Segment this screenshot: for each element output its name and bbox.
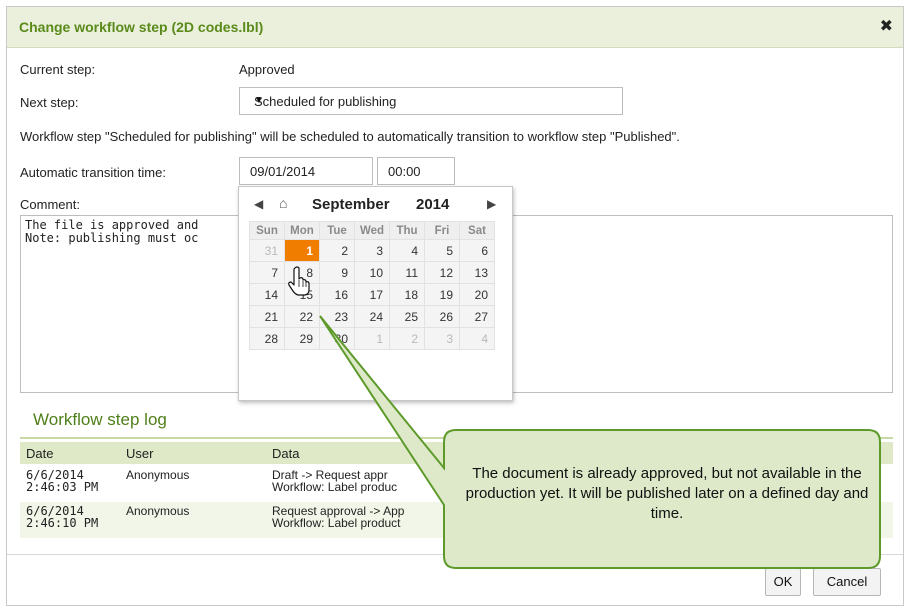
date-picker-nav: ◀ ⌂ September 2014 ▶ [239,195,512,215]
calendar-day[interactable]: 26 [424,305,460,328]
calendar-day[interactable]: 3 [354,239,390,262]
calendar-day[interactable]: 30 [319,327,355,350]
calendar-day[interactable]: 5 [424,239,460,262]
calendar-day[interactable]: 29 [284,327,320,350]
cancel-button[interactable]: Cancel [813,568,881,596]
current-step-label: Current step: [20,62,96,77]
calendar-day[interactable]: 6 [459,239,495,262]
weekday-header: Thu [389,221,425,240]
prev-month-icon[interactable]: ◀ [254,197,263,211]
close-icon[interactable]: ✖ [880,17,893,37]
calendar-day[interactable]: 25 [389,305,425,328]
calendar-day[interactable]: 11 [389,261,425,284]
calendar-day[interactable]: 22 [284,305,320,328]
calendar-day[interactable]: 27 [459,305,495,328]
calendar-day[interactable]: 23 [319,305,355,328]
transition-date-input[interactable]: 09/01/2014 [239,157,373,185]
log-col-date: Date [26,446,54,461]
calendar-day[interactable]: 1 [284,239,320,262]
date-picker: ◀ ⌂ September 2014 ▶ Sun Mon Tue Wed Thu Fri S… [238,186,513,401]
calendar-day[interactable]: 31 [249,239,285,262]
calendar-day[interactable]: 7 [249,261,285,284]
dialog-titlebar: Change workflow step (2D codes.lbl) ✖ [7,7,903,48]
log-row-date: 6/6/2014 2:46:10 PM [26,504,99,530]
log-col-data: Data [272,446,300,461]
calendar-day[interactable]: 28 [249,327,285,350]
calendar-day[interactable]: 10 [354,261,390,284]
weekday-header: Sun [249,221,285,240]
log-row-data: Draft -> Request appr Workflow: Label pr… [272,468,398,494]
home-icon[interactable]: ⌂ [279,195,287,211]
calendar-day[interactable]: 2 [389,327,425,350]
log-title: Workflow step log [33,410,167,429]
log-col-user: User [126,446,154,461]
comment-label: Comment: [20,197,80,212]
calendar-day[interactable]: 1 [354,327,390,350]
calendar-day[interactable]: 19 [424,283,460,306]
calendar-month[interactable]: September [312,196,390,213]
next-step-label: Next step: [20,95,79,110]
calendar-day[interactable]: 3 [424,327,460,350]
calendar-day[interactable]: 20 [459,283,495,306]
calendar-day[interactable]: 16 [319,283,355,306]
calendar-day[interactable]: 2 [319,239,355,262]
calendar-day[interactable]: 13 [459,261,495,284]
log-row-user: Anonymous [126,504,190,518]
transition-info-text: Workflow step "Scheduled for publishing"… [20,129,680,144]
calendar-day[interactable]: 9 [319,261,355,284]
calendar-grid: Sun Mon Tue Wed Thu Fri Sat 31 1 2 3 4 5 6 7 8 9 10 11 12 1… [249,221,495,350]
dialog-title: Change workflow step (2D codes.lbl) [19,19,264,35]
next-step-select[interactable]: Scheduled for publishing ▼ [239,87,623,115]
weekday-header: Mon [284,221,320,240]
callout-text: The document is already approved, but no… [465,465,869,522]
ok-button[interactable]: OK [765,568,801,596]
dropdown-arrow-icon: ▼ [254,95,264,106]
calendar-day[interactable]: 18 [389,283,425,306]
log-divider [20,437,893,439]
calendar-day[interactable]: 14 [249,283,285,306]
transition-time-label: Automatic transition time: [20,165,166,180]
log-header: Date User Data [20,442,893,464]
weekday-header: Sat [459,221,495,240]
calendar-day[interactable]: 17 [354,283,390,306]
log-row-user: Anonymous [126,468,190,482]
calendar-year[interactable]: 2014 [416,196,449,213]
calendar-day[interactable]: 24 [354,305,390,328]
calendar-day[interactable]: 4 [459,327,495,350]
log-row-date: 6/6/2014 2:46:03 PM [26,468,99,494]
transition-time-input[interactable]: 00:00 [377,157,455,185]
hand-cursor-icon [288,266,310,296]
weekday-header: Wed [354,221,390,240]
calendar-day[interactable]: 12 [424,261,460,284]
current-step-value: Approved [239,62,295,77]
calendar-day[interactable]: 21 [249,305,285,328]
weekday-header: Fri [424,221,460,240]
log-row-data: Request approval -> App Workflow: Label … [272,504,405,530]
weekday-header: Tue [319,221,355,240]
calendar-day[interactable]: 4 [389,239,425,262]
next-month-icon[interactable]: ▶ [487,197,496,211]
